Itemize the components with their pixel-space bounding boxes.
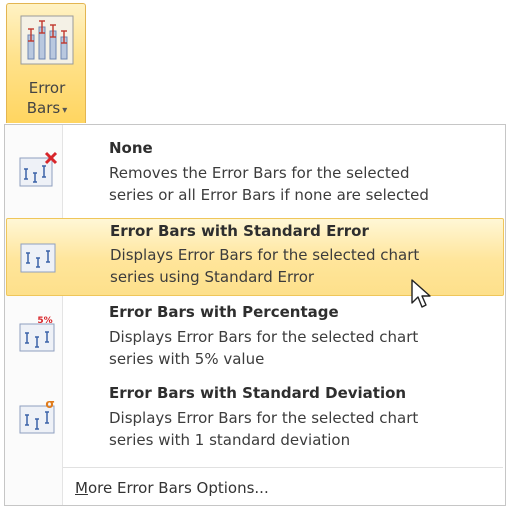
menu-item-desc-line1: Displays Error Bars for the selected cha…: [109, 328, 419, 346]
error-bars-label-line2: Bars ▾: [7, 99, 87, 117]
more-error-bars-options-link[interactable]: More Error Bars Options...: [75, 479, 269, 497]
more-options-label: ore Error Bars Options...: [87, 479, 269, 497]
error-bars-label-line1: Error: [28, 79, 66, 97]
menu-item-title: None: [109, 139, 153, 157]
error-bars-percentage-icon: 5%: [19, 316, 55, 352]
menu-item-title: Error Bars with Standard Deviation: [109, 384, 407, 402]
menu-item-standard-deviation[interactable]: σ Error Bars with Standard Deviation Dis…: [5, 381, 505, 461]
menu-item-desc-line1: Removes the Error Bars for the selected: [109, 164, 410, 182]
more-options-accelerator: M: [75, 479, 88, 497]
error-bars-standard-error-icon: [20, 243, 56, 273]
menu-item-none[interactable]: None Removes the Error Bars for the sele…: [5, 133, 505, 213]
ribbon-area: Error Bars ▾: [0, 0, 510, 124]
error-bars-none-icon: [19, 151, 58, 187]
error-bars-standard-deviation-icon: σ: [19, 397, 55, 434]
sigma-icon-text: σ: [45, 397, 54, 411]
menu-item-percentage[interactable]: 5% Error Bars with Percentage Displays E…: [5, 301, 505, 379]
menu-item-desc-line2: series with 1 standard deviation: [109, 431, 351, 449]
error-bars-menu: None Removes the Error Bars for the sele…: [4, 124, 506, 506]
menu-item-desc-line1: Displays Error Bars for the selected cha…: [110, 246, 420, 264]
percentage-icon-text: 5%: [37, 316, 52, 326]
menu-separator: [63, 467, 503, 468]
menu-item-desc-line2: series with 5% value: [109, 350, 265, 368]
error-bars-button[interactable]: Error Bars ▾: [6, 3, 86, 123]
mouse-pointer-icon: [411, 279, 431, 308]
menu-item-desc-line2: series or all Error Bars if none are sel…: [109, 186, 429, 204]
menu-item-desc-line1: Displays Error Bars for the selected cha…: [109, 409, 419, 427]
menu-item-title: Error Bars with Percentage: [109, 303, 339, 321]
dropdown-arrow-icon: ▾: [62, 105, 68, 116]
menu-item-desc-line2: series using Standard Error: [110, 268, 315, 286]
error-bars-label-text: Bars: [26, 99, 61, 117]
error-bars-chart-icon: [20, 15, 74, 65]
menu-item-title: Error Bars with Standard Error: [110, 222, 369, 240]
